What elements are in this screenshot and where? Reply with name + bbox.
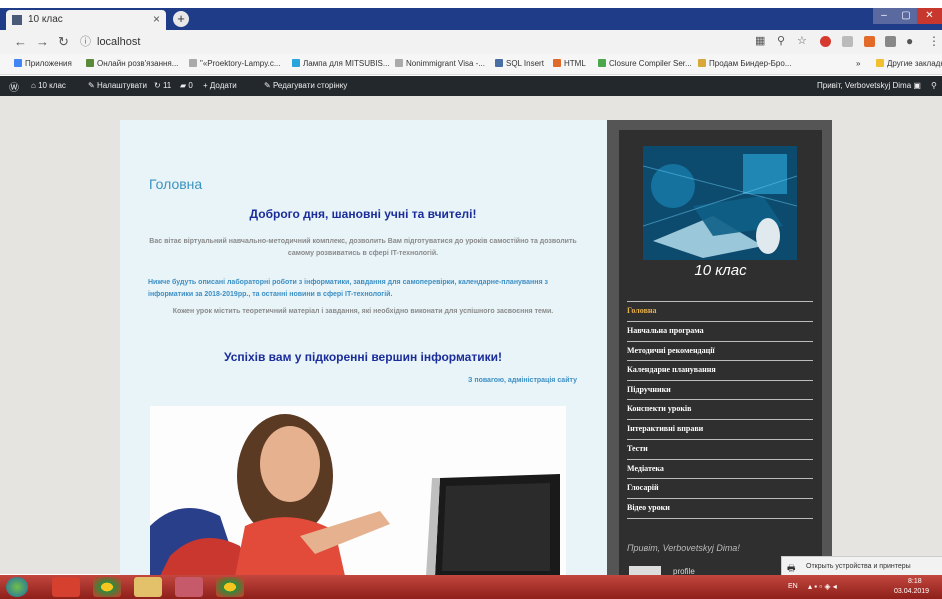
reload-icon[interactable]: ↻: [58, 34, 69, 50]
extension-abp-icon[interactable]: [820, 36, 831, 47]
admin-edit-page[interactable]: ✎ Редагувати сторінку: [264, 81, 347, 90]
header-tech-image: [643, 146, 797, 260]
extension-icon[interactable]: [885, 36, 896, 47]
description-paragraph: Нижче будуть описані лабораторні роботи …: [148, 279, 549, 298]
maximize-button[interactable]: ▢: [895, 8, 917, 24]
site-title: 10 клас: [694, 262, 747, 279]
taskbar-explorer-icon[interactable]: [134, 577, 162, 597]
bookmarks-overflow-icon[interactable]: »: [856, 59, 860, 68]
page-title: Головна: [149, 176, 203, 192]
extension-icon[interactable]: [842, 36, 853, 47]
bookmarks-bar: Приложения Онлайн розв'язання... "«Proek…: [0, 54, 942, 75]
taskbar-app-icon[interactable]: [175, 577, 203, 597]
url-field[interactable]: ⓘ localhost: [80, 33, 740, 51]
admin-customize[interactable]: ✎ Налаштувати: [88, 81, 147, 90]
wp-admin-bar: Ⓦ ⌂ 10 клас ✎ Налаштувати ↻ 11 ▰ 0 + Дод…: [0, 76, 942, 96]
admin-greeting[interactable]: Привіт, Verbovetskyj Dima ▣: [817, 81, 921, 90]
bookmark-item[interactable]: Продам Биндер-Бро...: [698, 59, 792, 68]
student-photo: [150, 406, 566, 576]
bookmark-item[interactable]: Closure Compiler Ser...: [598, 59, 692, 68]
taskbar-chrome-icon[interactable]: [216, 577, 244, 597]
bookmark-item[interactable]: Онлайн розв'язання...: [86, 59, 178, 68]
menu-item-lesson-notes[interactable]: Конспекти уроків: [627, 399, 813, 419]
windows-taskbar: EN ▴ ▪ ▫ ◈ ◂ 8:18 03.04.2019: [0, 575, 942, 599]
menu-item-methodology[interactable]: Методичні рекомендації: [627, 341, 813, 361]
taskbar-app-icon[interactable]: [52, 577, 80, 597]
menu-item-exercises[interactable]: Інтерактивні вправи: [627, 419, 813, 439]
menu-item-textbooks[interactable]: Підручники: [627, 380, 813, 400]
menu-item-curriculum[interactable]: Навчальна програма: [627, 321, 813, 341]
extension-icon[interactable]: [864, 36, 875, 47]
url-text: localhost: [97, 36, 141, 48]
language-indicator[interactable]: EN: [788, 583, 798, 590]
new-tab-button[interactable]: +: [173, 11, 189, 27]
wordpress-logo-icon[interactable]: Ⓦ: [9, 79, 19, 94]
cropped-top-text: [0, 0, 942, 8]
clock-time[interactable]: 8:18: [908, 578, 922, 585]
minimize-button[interactable]: –: [873, 8, 895, 24]
admin-new[interactable]: + Додати: [203, 81, 237, 90]
tooltip-text: Открыть устройства и принтеры: [806, 563, 911, 570]
lesson-paragraph: Кожен урок містить теоретичний матеріал …: [172, 308, 554, 315]
success-heading: Успіхів вам у підкоренні вершин інформат…: [224, 350, 502, 364]
bookmark-item[interactable]: "«Proektory-Lampy.c...: [189, 59, 281, 68]
admin-updates[interactable]: ↻ 11: [154, 81, 171, 90]
signature-text: З повагою, адміністрація сайту: [468, 377, 577, 384]
forward-icon[interactable]: →: [36, 34, 49, 49]
intro-paragraph: Вас вітає віртуальний навчально-методичн…: [149, 238, 577, 257]
tab-close-icon[interactable]: ×: [153, 12, 160, 26]
admin-comments[interactable]: ▰ 0: [180, 81, 193, 90]
bookmark-star-icon[interactable]: ☆: [797, 34, 807, 47]
menu-item-media[interactable]: Медіатека: [627, 459, 813, 479]
address-bar: ← → ↻ ⓘ localhost ▦ ⚲ ☆ ● ⋮: [0, 30, 942, 55]
menu-icon[interactable]: ⋮: [928, 34, 940, 48]
menu-item-tests[interactable]: Тести: [627, 439, 813, 459]
tray-icons[interactable]: ▴ ▪ ▫ ◈ ◂: [808, 582, 837, 591]
tab-title: 10 клас: [28, 14, 63, 25]
bookmark-apps[interactable]: Приложения: [14, 59, 72, 68]
site-info-icon[interactable]: ⓘ: [80, 36, 91, 48]
admin-site-name[interactable]: ⌂ 10 клас: [31, 81, 66, 90]
menu-item-glossary[interactable]: Глосарій: [627, 478, 813, 498]
close-window-button[interactable]: ✕: [917, 8, 942, 24]
start-button[interactable]: [6, 577, 28, 597]
bookmark-item[interactable]: Nonimmigrant Visa -...: [395, 59, 485, 68]
browser-tab[interactable]: 10 клас ×: [6, 10, 166, 30]
bookmark-item[interactable]: SQL Insert: [495, 59, 544, 68]
system-tray: EN ▴ ▪ ▫ ◈ ◂ 8:18 03.04.2019: [786, 575, 942, 599]
translate-icon[interactable]: ▦: [755, 34, 765, 47]
menu-item-video[interactable]: Відео уроки: [627, 498, 813, 519]
admin-search-icon[interactable]: ⚲: [931, 81, 937, 90]
back-icon[interactable]: ←: [14, 34, 27, 49]
taskbar-chrome-icon[interactable]: [93, 577, 121, 597]
clock-date[interactable]: 03.04.2019: [894, 588, 929, 595]
menu-item-home[interactable]: Головна: [627, 301, 813, 321]
bookmark-item[interactable]: Лампа для MITSUBIS...: [292, 59, 390, 68]
profile-icon[interactable]: ●: [906, 34, 913, 48]
bookmark-other[interactable]: Другие закладк: [876, 59, 942, 68]
sidebar-greeting: Привіт, Verbovetskyj Dima!: [627, 543, 740, 553]
menu-item-calendar[interactable]: Календарне планування: [627, 360, 813, 380]
bookmark-item[interactable]: HTML: [553, 59, 586, 68]
browser-tab-bar: 10 клас × + – ▢ ✕: [0, 8, 942, 30]
zoom-icon[interactable]: ⚲: [777, 34, 785, 47]
welcome-heading: Доброго дня, шановні учні та вчителі!: [249, 207, 477, 221]
tab-favicon-icon: [12, 15, 22, 25]
